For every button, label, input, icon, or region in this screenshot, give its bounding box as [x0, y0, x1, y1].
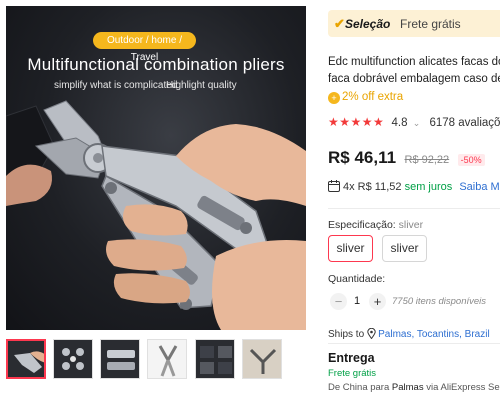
selection-shipping: Frete grátis [400, 17, 461, 31]
rating-score: 4.8 [391, 117, 408, 129]
installments-amount: 4x R$ 11,52 [343, 181, 402, 193]
divider [328, 208, 500, 209]
thumbnail-6[interactable] [242, 339, 282, 379]
quantity-increase-button[interactable]: + [369, 293, 386, 310]
thumbnail-3[interactable] [100, 339, 140, 379]
product-title-line-1: Edc multifunction alicates facas do ex [328, 56, 500, 68]
calendar-icon [328, 180, 340, 192]
location-pin-icon [367, 328, 376, 339]
category-pill: Outdoor / home / Travel [93, 32, 196, 63]
ships-to-row[interactable]: Ships to Palmas, Tocantins, Brazil [328, 328, 490, 340]
discount-badge: -50% [457, 154, 485, 166]
hero-subtext-left: simplify what is complicated [54, 80, 178, 91]
selection-brand: Seleção [345, 17, 391, 31]
learn-more-link[interactable]: Saiba Mai [459, 181, 500, 193]
specification-selected-value: sliver [398, 219, 424, 231]
thumbnail-1[interactable] [6, 339, 46, 379]
thumbnail-4[interactable] [147, 339, 187, 379]
delivery-route-via: via AliExpress Select [426, 382, 500, 393]
specification-label-text: Especificação: [328, 219, 396, 231]
product-main-image[interactable]: Outdoor / home / Travel Multifunctional … [6, 6, 306, 330]
thumbnail-2[interactable] [53, 339, 93, 379]
coin-icon: + [328, 92, 340, 104]
divider [328, 343, 500, 344]
installments-interest-free: sem juros [404, 181, 453, 193]
review-count[interactable]: 6178 avaliações [429, 117, 500, 129]
quantity-decrease-button[interactable]: − [330, 293, 347, 310]
quantity-value[interactable]: 1 [351, 295, 363, 307]
thumbnail-5[interactable] [195, 339, 235, 379]
stock-available: 7750 itens disponíveis [392, 296, 487, 307]
product-info-panel: ✔ Seleção Frete grátis Edc multifunction… [328, 0, 500, 396]
delivery-route-city: Palmas [391, 382, 424, 393]
extra-discount-text: 2% off extra [342, 91, 404, 103]
hero-subtext-right: Highlight quality [166, 80, 237, 91]
product-title-line-2: faca dobrável embalagem caso de na [328, 73, 500, 85]
check-icon: ✔ [334, 16, 345, 31]
price-row: R$ 46,11 R$ 92,22 -50% [328, 148, 485, 168]
quantity-label: Quantidade: [328, 273, 386, 285]
ships-to-label: Ships to [328, 329, 365, 340]
delivery-title: Entrega [328, 351, 375, 365]
delivery-route: De China para Palmas via AliExpress Sele… [328, 382, 500, 393]
extra-discount[interactable]: +2% off extra [328, 91, 403, 104]
spec-option-sliver-1[interactable]: sliver [328, 235, 373, 262]
rating-row[interactable]: ★★★★★ 4.8 ⌄ 6178 avaliações [328, 115, 500, 129]
ships-to-location[interactable]: Palmas, Tocantins, Brazil [378, 329, 490, 340]
spec-option-sliver-2[interactable]: sliver [382, 235, 427, 262]
selection-banner: ✔ Seleção Frete grátis [328, 10, 500, 37]
hero-headline: Multifunctional combination pliers [27, 55, 285, 74]
delivery-route-from: De China para [328, 382, 390, 393]
delivery-free-shipping: Frete grátis [328, 368, 377, 379]
original-price: R$ 92,22 [404, 154, 450, 166]
chevron-down-icon[interactable]: ⌄ [413, 118, 421, 128]
installments-row: 4x R$ 11,52 sem juros Saiba Mai [328, 180, 500, 193]
specification-label: Especificação: sliver [328, 219, 423, 231]
star-rating-icons: ★★★★★ [328, 115, 385, 129]
product-title: Edc multifunction alicates facas do ex f… [328, 54, 500, 88]
current-price: R$ 46,11 [328, 148, 397, 167]
